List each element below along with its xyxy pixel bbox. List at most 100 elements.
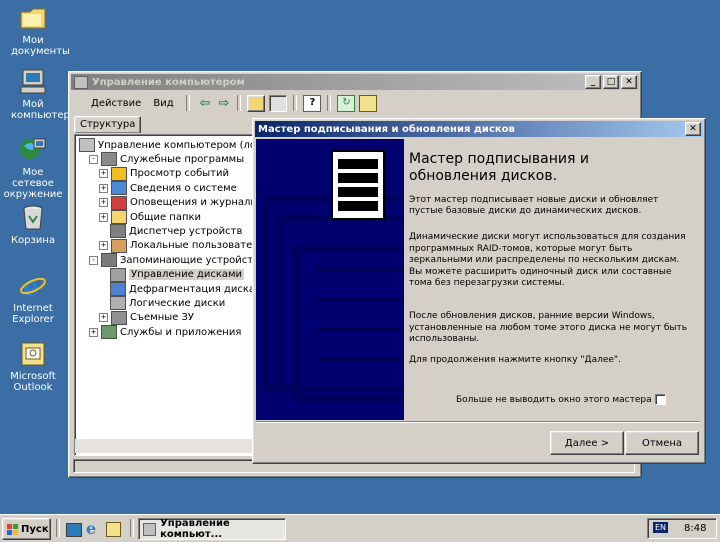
tree-item[interactable]: Диспетчер устройств <box>99 224 243 239</box>
tree-item[interactable]: + Оповещения и журналы пр <box>99 195 260 210</box>
tree-item[interactable]: Управление компьютером (локальн <box>79 138 260 152</box>
minimize-button[interactable]: _ <box>585 75 601 89</box>
outlook-icon <box>19 340 47 368</box>
start-button[interactable]: Пуск <box>2 518 51 540</box>
desktop-icon-recycle-bin[interactable]: Корзина <box>0 204 66 246</box>
expand-icon[interactable]: + <box>99 212 108 222</box>
my-computer-icon <box>19 68 47 96</box>
tree-item[interactable]: Логические диски <box>99 296 226 311</box>
tree-node-icon <box>101 325 117 340</box>
desktop-icon-label: Мое сетевое окружение <box>3 167 63 200</box>
wizard-separator <box>256 421 700 423</box>
tree-item[interactable]: + Съемные ЗУ <box>99 310 195 325</box>
dont-show-again-checkbox[interactable] <box>655 394 666 405</box>
wizard-title-bar: Мастер подписывания и обновления дисков … <box>255 121 703 137</box>
mmc-toolbar: Действие Вид ⇦ ⇨ ? ↻ <box>73 93 633 113</box>
quicklaunch-separator <box>56 519 60 537</box>
tree-item[interactable]: + Просмотр событий <box>99 166 229 181</box>
desktop-icon-outlook[interactable]: Microsoft Outlook <box>0 340 66 393</box>
wizard-paragraph-1: Этот мастер подписывает новые диски и об… <box>409 195 659 216</box>
close-button[interactable]: ✕ <box>621 75 637 89</box>
forward-arrow-icon[interactable]: ⇨ <box>219 96 230 111</box>
refresh-icon[interactable]: ↻ <box>337 94 356 112</box>
expand-icon[interactable]: + <box>99 313 108 323</box>
taskbar: Пуск e Управление компьют... EN 8:48 <box>0 514 720 542</box>
collapse-icon[interactable]: - <box>89 255 98 265</box>
desktop-icon-network[interactable]: Мое сетевое окружение <box>0 136 66 200</box>
tree-panel: Управление компьютером (локальн-Служебны… <box>74 134 260 456</box>
wizard-title: Мастер подписывания и обновления дисков <box>258 123 515 135</box>
quicklaunch-ie-icon[interactable]: e <box>86 519 96 538</box>
tree-item[interactable]: - Запоминающие устройства <box>89 253 259 268</box>
quicklaunch-outlook-icon[interactable] <box>106 522 121 537</box>
tree-hscrollbar[interactable] <box>75 439 258 453</box>
desktop-icon-ie[interactable]: e Internet Explorer <box>0 272 66 325</box>
disk-stack-icon <box>331 150 385 220</box>
toolbar-separator <box>237 95 242 111</box>
tree-node-icon <box>79 138 95 152</box>
mmc-title: Управление компьютером <box>92 76 245 88</box>
tree-item-label: Съемные ЗУ <box>130 312 195 324</box>
wizard-dialog: Мастер подписывания и обновления дисков … <box>252 118 706 464</box>
quicklaunch-desktop-icon[interactable] <box>66 523 82 537</box>
tree-item-label: Логические диски <box>129 297 226 309</box>
back-arrow-icon[interactable]: ⇦ <box>200 96 211 111</box>
toolbar-separator <box>293 95 298 111</box>
mmc-app-icon <box>74 75 88 89</box>
tree-item-label: Служебные программы <box>120 153 245 165</box>
expand-icon[interactable]: + <box>99 241 108 251</box>
maximize-button[interactable]: □ <box>603 75 619 89</box>
tree-item[interactable]: + Общие папки <box>99 210 201 224</box>
tree-node-icon <box>110 224 126 239</box>
tree-node-icon <box>111 310 127 325</box>
clock[interactable]: 8:48 <box>684 523 706 534</box>
recycle-bin-icon <box>19 204 47 232</box>
tree-item[interactable]: Управление дисками <box>99 267 245 282</box>
svg-text:e: e <box>23 273 40 300</box>
mmc-title-bar: Управление компьютером _ □ ✕ <box>71 74 639 90</box>
expand-icon[interactable]: + <box>99 183 108 193</box>
desktop-icon-my-computer[interactable]: Мой компьютер <box>0 68 70 121</box>
menu-action[interactable]: Действие <box>85 96 147 111</box>
quicklaunch-separator <box>130 519 134 537</box>
tree-item[interactable]: + Службы и приложения <box>89 325 241 340</box>
tree-node-icon <box>101 152 117 167</box>
tree-item[interactable]: + Сведения о системе <box>99 181 237 196</box>
tree-item-label: Управление дисками <box>129 269 245 281</box>
expand-icon[interactable]: + <box>89 327 98 337</box>
tree-node-icon <box>101 253 117 268</box>
language-indicator[interactable]: EN <box>653 522 669 533</box>
properties-icon[interactable] <box>359 94 378 112</box>
expand-icon[interactable]: + <box>99 169 108 179</box>
tab-structure[interactable]: Структура <box>74 116 142 133</box>
windows-logo-icon <box>7 523 18 535</box>
collapse-icon[interactable]: - <box>89 154 98 164</box>
tree-node-icon <box>111 210 127 224</box>
taskbar-item-computer-management[interactable]: Управление компьют... <box>138 518 286 540</box>
up-folder-icon[interactable] <box>247 94 266 112</box>
menu-view[interactable]: Вид <box>147 96 179 111</box>
tree-node-icon <box>111 166 127 181</box>
tree-item-label: Управление компьютером (локальн <box>98 139 260 151</box>
tree-item-label: Оповещения и журналы пр <box>130 197 260 209</box>
expand-icon[interactable]: + <box>99 198 108 208</box>
tree-node-icon <box>111 181 127 196</box>
tree-item-label: Сведения о системе <box>130 182 237 194</box>
desktop-icon-label: Мой компьютер <box>11 99 70 121</box>
tree-item[interactable]: Дефрагментация диска <box>99 282 255 296</box>
wizard-banner <box>256 139 404 420</box>
network-icon <box>19 136 47 164</box>
wizard-paragraph-4: Для продолжения нажмите кнопку "Далее". <box>409 355 621 365</box>
tree-item-label: Дефрагментация диска <box>129 283 256 295</box>
cancel-button[interactable]: Отмена <box>625 431 699 455</box>
wizard-close-button[interactable]: ✕ <box>685 122 701 136</box>
help-icon[interactable]: ? <box>303 94 322 112</box>
tree-item[interactable]: - Служебные программы <box>89 152 245 167</box>
tree-item[interactable]: + Локальные пользователи и <box>99 238 259 253</box>
tree-item-label: Диспетчер устройств <box>129 225 243 237</box>
next-button[interactable]: Далее > <box>550 431 624 455</box>
desktop-icon-my-documents[interactable]: Мои документы <box>0 4 70 57</box>
desktop-icon-label: Мои документы <box>11 35 70 57</box>
show-tree-icon[interactable] <box>269 94 288 112</box>
system-tray: EN 8:48 <box>647 518 717 539</box>
